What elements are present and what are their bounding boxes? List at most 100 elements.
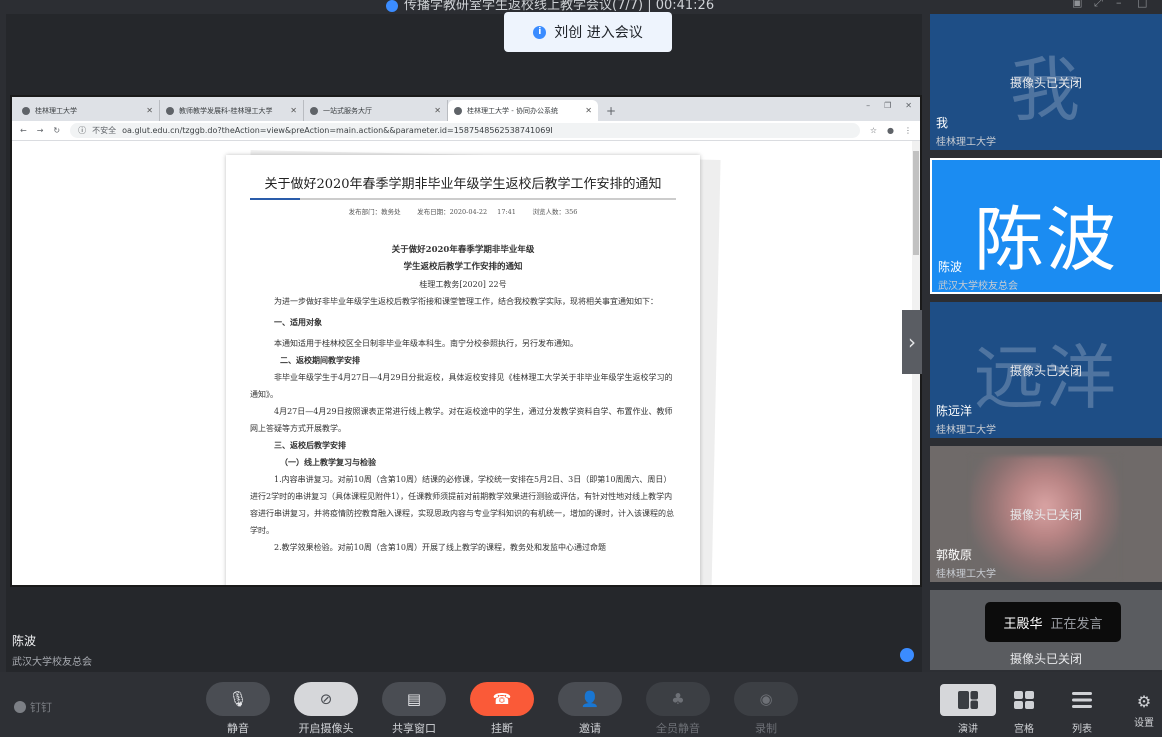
participant-org: 桂林理工大学 bbox=[936, 137, 996, 148]
participant-org: 武汉大学校友总会 bbox=[938, 281, 1018, 292]
maximize-icon[interactable]: ❐ bbox=[884, 101, 891, 110]
participant-name: 郭敬原 bbox=[936, 548, 973, 562]
speaker-name: 王殿华 bbox=[1003, 616, 1043, 632]
browser-tab[interactable]: 教师教学发展科-桂林理工大学 ✕ bbox=[160, 100, 304, 121]
minimize-icon[interactable]: – bbox=[1116, 0, 1122, 9]
record-button[interactable]: ◉ 录制 bbox=[734, 682, 798, 736]
scroll-thumb[interactable] bbox=[913, 151, 919, 255]
reload-icon[interactable]: ↻ bbox=[53, 126, 60, 135]
shared-browser-window: 桂林理工大学 ✕ 教师教学发展科-桂林理工大学 ✕ 一站式服务大厅 ✕ 桂林理工大学 … bbox=[10, 95, 922, 587]
tab-close-icon[interactable]: ✕ bbox=[290, 106, 297, 115]
add-user-icon: 👤 bbox=[558, 682, 622, 716]
notice-meta: 发布部门：教务处 发布日期：2020-04-22 17:41 浏览人数：356 bbox=[348, 208, 578, 216]
meeting-window: 传播学教研室学生返校线上教学会议(7/7) | 00:41:26 ▣ ⤢ – □… bbox=[0, 0, 1162, 737]
participant-tile[interactable]: 摄像头已关闭 郭敬原 桂林理工大学 bbox=[930, 446, 1162, 582]
star-icon[interactable]: ☆ bbox=[870, 126, 877, 135]
list-view-icon bbox=[1054, 684, 1110, 716]
doc-heading: 关于做好2020年春季学期非毕业年级 bbox=[391, 245, 535, 255]
list-view-button[interactable]: 列表 bbox=[1054, 684, 1110, 735]
notice-title: 关于做好2020年春季学期非毕业年级学生返校后教学工作安排的通知 bbox=[264, 177, 662, 192]
mute-all-icon: ♣ bbox=[646, 682, 710, 716]
paragraph: 为进一步做好非毕业年级学生返校后教学衔接和课堂管理工作，结合我校教学实际，现将相… bbox=[274, 297, 658, 306]
chevron-right-icon[interactable]: › bbox=[902, 310, 922, 374]
presenter-org: 武汉大学校友总会 bbox=[12, 657, 92, 668]
paragraph: 2.教学效果检验。对前10周（含第10周）开展了线上教学的课程，教务处和发监中心… bbox=[274, 543, 606, 552]
participant-tile-active[interactable]: 陈波 陈波 武汉大学校友总会 bbox=[930, 158, 1162, 294]
notice-document: 关于做好2020年春季学期非毕业年级学生返校后教学工作安排的通知 发布部门：教务… bbox=[226, 155, 700, 585]
doc-heading: 学生返校后教学工作安排的通知 bbox=[403, 262, 523, 272]
speaker-view-button[interactable]: 演讲 bbox=[940, 684, 996, 735]
notice-body: 关于做好2020年春季学期非毕业年级 学生返校后教学工作安排的通知 桂理工教务[… bbox=[250, 242, 676, 556]
grid-view-button[interactable]: 宫格 bbox=[996, 684, 1052, 735]
hangup-button[interactable]: ☎ 挂断 bbox=[470, 682, 534, 736]
tab-close-icon[interactable]: ✕ bbox=[146, 106, 153, 115]
tab-close-icon[interactable]: ✕ bbox=[585, 106, 592, 115]
fullscreen-icon[interactable]: ⤢ bbox=[1094, 0, 1103, 10]
camera-button[interactable]: ⊘ 开启摄像头 bbox=[294, 682, 358, 736]
title-underline bbox=[250, 198, 676, 200]
settings-button[interactable]: ⚙ 设置 bbox=[1132, 692, 1156, 729]
paragraph: 4月27日—4月29日按照课表正常进行线上教学。对在返校途中的学生，通过分发教学… bbox=[250, 407, 673, 433]
phone-hangup-icon: ☎ bbox=[470, 682, 534, 716]
maximize-icon[interactable]: □ bbox=[1137, 0, 1147, 9]
menu-icon[interactable]: ⋮ bbox=[904, 126, 912, 135]
section-heading: 三、返校后教学安排 bbox=[274, 440, 346, 450]
section-heading: （一）线上教学复习与检验 bbox=[280, 457, 376, 467]
minimize-icon[interactable]: – bbox=[866, 101, 870, 110]
section-heading: 二、返校期间教学安排 bbox=[280, 355, 360, 365]
avatar-text: 陈波 bbox=[974, 199, 1118, 281]
grid-view-icon bbox=[996, 684, 1052, 716]
mute-all-button[interactable]: ♣ 全员静音 bbox=[646, 682, 710, 736]
invite-button[interactable]: 👤 邀请 bbox=[558, 682, 622, 736]
participant-name: 陈波 bbox=[938, 260, 963, 274]
presenter-name: 陈波 bbox=[12, 634, 37, 648]
meeting-toolbar: 钉钉 🎙 静音 ⊘ 开启摄像头 ▤ 共享窗口 ☎ 挂断 👤 邀请 ♣ 全员静音 … bbox=[0, 672, 1162, 737]
participant-name: 陈远洋 bbox=[936, 404, 973, 418]
info-icon[interactable]: ⓘ bbox=[78, 125, 86, 136]
browser-tab[interactable]: 一站式服务大厅 ✕ bbox=[304, 100, 448, 121]
dingtalk-icon bbox=[14, 701, 26, 713]
presenter-badge-icon bbox=[900, 648, 914, 662]
browser-window-controls: – ❐ ✕ bbox=[866, 101, 912, 110]
paragraph: 1.内容串讲复习。对前10周（含第10周）结课的必修课，学校统一安排在5月2日、… bbox=[250, 475, 674, 535]
paragraph: 本通知适用于桂林校区全日制非毕业年级本科生。南宁分校参照执行，另行发布通知。 bbox=[274, 339, 578, 348]
participant-tile[interactable]: 我 摄像头已关闭 我 桂林理工大学 bbox=[930, 14, 1162, 150]
favicon-icon bbox=[454, 106, 462, 115]
browser-tab-active[interactable]: 桂林理工大学 - 协同办公系统 ✕ bbox=[448, 100, 598, 121]
section-heading: 一、适用对象 bbox=[274, 317, 322, 327]
mute-button[interactable]: 🎙 静音 bbox=[206, 682, 270, 736]
doc-number: 桂理工教务[2020] 22号 bbox=[419, 280, 507, 289]
paragraph: 非毕业年级学生于4月27日—4月29日分批返校，具体返校安排见《桂林理工大学关于… bbox=[250, 373, 673, 399]
forward-icon[interactable]: → bbox=[37, 126, 44, 135]
meeting-icon bbox=[386, 0, 398, 12]
info-icon: i bbox=[533, 25, 547, 39]
participant-tile[interactable]: 远洋 摄像头已关闭 陈远洋 桂林理工大学 bbox=[930, 302, 1162, 438]
browser-tab-bar: 桂林理工大学 ✕ 教师教学发展科-桂林理工大学 ✕ 一站式服务大厅 ✕ 桂林理工大学 … bbox=[12, 97, 920, 121]
url-text: oa.glut.edu.cn/tzggb.do?theAction=view&p… bbox=[122, 126, 553, 135]
back-icon[interactable]: ← bbox=[20, 126, 27, 135]
microphone-icon: 🎙 bbox=[206, 682, 270, 716]
close-icon[interactable]: ✕ bbox=[905, 101, 912, 110]
share-icon: ▤ bbox=[382, 682, 446, 716]
share-window-button[interactable]: ▤ 共享窗口 bbox=[382, 682, 446, 736]
speaking-indicator: 王殿华 正在发言 bbox=[985, 602, 1121, 642]
dingtalk-logo: 钉钉 bbox=[14, 699, 52, 715]
account-icon[interactable]: ● bbox=[887, 126, 894, 135]
page-viewport: 关于做好2020年春季学期非毕业年级学生返校后教学工作安排的通知 发布部门：教务… bbox=[12, 141, 920, 585]
camera-off-icon: ⊘ bbox=[294, 682, 358, 716]
browser-tab[interactable]: 桂林理工大学 ✕ bbox=[16, 100, 160, 121]
address-bar[interactable]: ⓘ 不安全 oa.glut.edu.cn/tzggb.do?theAction=… bbox=[70, 123, 860, 138]
camera-off-label: 摄像头已关闭 bbox=[1009, 364, 1082, 378]
camera-off-label: 摄像头已关闭 bbox=[1009, 652, 1082, 666]
tab-close-icon[interactable]: ✕ bbox=[434, 106, 441, 115]
favicon-icon bbox=[310, 106, 318, 115]
participant-org: 桂林理工大学 bbox=[936, 569, 996, 580]
layout-icon[interactable]: ▣ bbox=[1072, 0, 1082, 9]
camera-off-label: 摄像头已关闭 bbox=[1009, 508, 1082, 522]
new-tab-icon[interactable]: + bbox=[606, 104, 616, 118]
participant-org: 桂林理工大学 bbox=[936, 425, 996, 436]
camera-off-label: 摄像头已关闭 bbox=[1009, 76, 1082, 90]
gear-icon: ⚙ bbox=[1136, 692, 1152, 711]
speaker-view-icon bbox=[940, 684, 996, 716]
participant-name: 我 bbox=[936, 116, 949, 130]
